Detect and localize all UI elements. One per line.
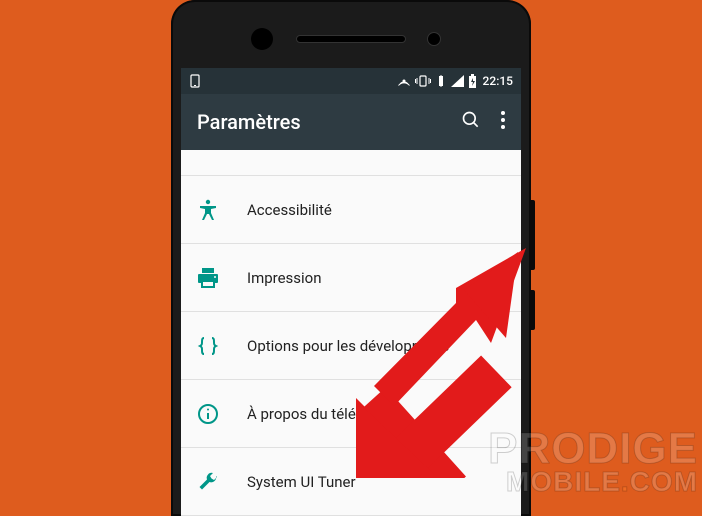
print-icon xyxy=(197,268,219,288)
list-divider xyxy=(181,150,521,176)
watermark: PRODIGE MOBILE.COM xyxy=(488,429,698,494)
speaker-grille xyxy=(296,35,406,43)
info-icon xyxy=(197,404,219,424)
accessibility-icon xyxy=(197,199,219,221)
app-bar: Paramètres xyxy=(181,94,521,150)
watermark-line2: MOBILE.COM xyxy=(488,469,698,494)
settings-item-label: Accessibilité xyxy=(247,201,332,219)
signal-icon xyxy=(451,75,464,87)
settings-list: Accessibilité Impression Options pour le… xyxy=(181,150,521,516)
settings-item-developer-options[interactable]: Options pour les développeurs xyxy=(181,312,521,380)
data-icon xyxy=(435,75,447,87)
portrait-lock-icon xyxy=(189,74,201,88)
vibrate-icon xyxy=(415,74,431,88)
side-button xyxy=(531,290,535,330)
phone-screen: 22:15 Paramètres Accessibilité xyxy=(181,68,521,516)
settings-item-label: Options pour les développeurs xyxy=(247,337,449,355)
sensor xyxy=(251,28,273,50)
settings-item-label: Impression xyxy=(247,269,322,287)
settings-item-accessibility[interactable]: Accessibilité xyxy=(181,176,521,244)
watermark-line1: PRODIGE xyxy=(488,429,698,469)
status-time: 22:15 xyxy=(483,74,513,88)
side-button xyxy=(531,200,535,270)
status-bar: 22:15 xyxy=(181,68,521,94)
settings-item-label: À propos du téléphone xyxy=(247,405,397,423)
settings-item-print[interactable]: Impression xyxy=(181,244,521,312)
overflow-menu-icon[interactable] xyxy=(501,111,505,133)
battery-charging-icon xyxy=(468,74,477,88)
settings-item-about-phone[interactable]: À propos du téléphone xyxy=(181,380,521,448)
phone-frame: 22:15 Paramètres Accessibilité xyxy=(171,0,531,516)
phone-top xyxy=(181,10,521,68)
front-camera xyxy=(427,32,441,46)
wrench-icon xyxy=(197,472,219,492)
settings-item-system-ui-tuner[interactable]: System UI Tuner xyxy=(181,448,521,516)
settings-item-label: System UI Tuner xyxy=(247,473,356,491)
hotspot-icon xyxy=(397,74,411,88)
braces-icon xyxy=(197,337,219,355)
search-icon[interactable] xyxy=(461,110,481,134)
page-title: Paramètres xyxy=(197,110,301,134)
